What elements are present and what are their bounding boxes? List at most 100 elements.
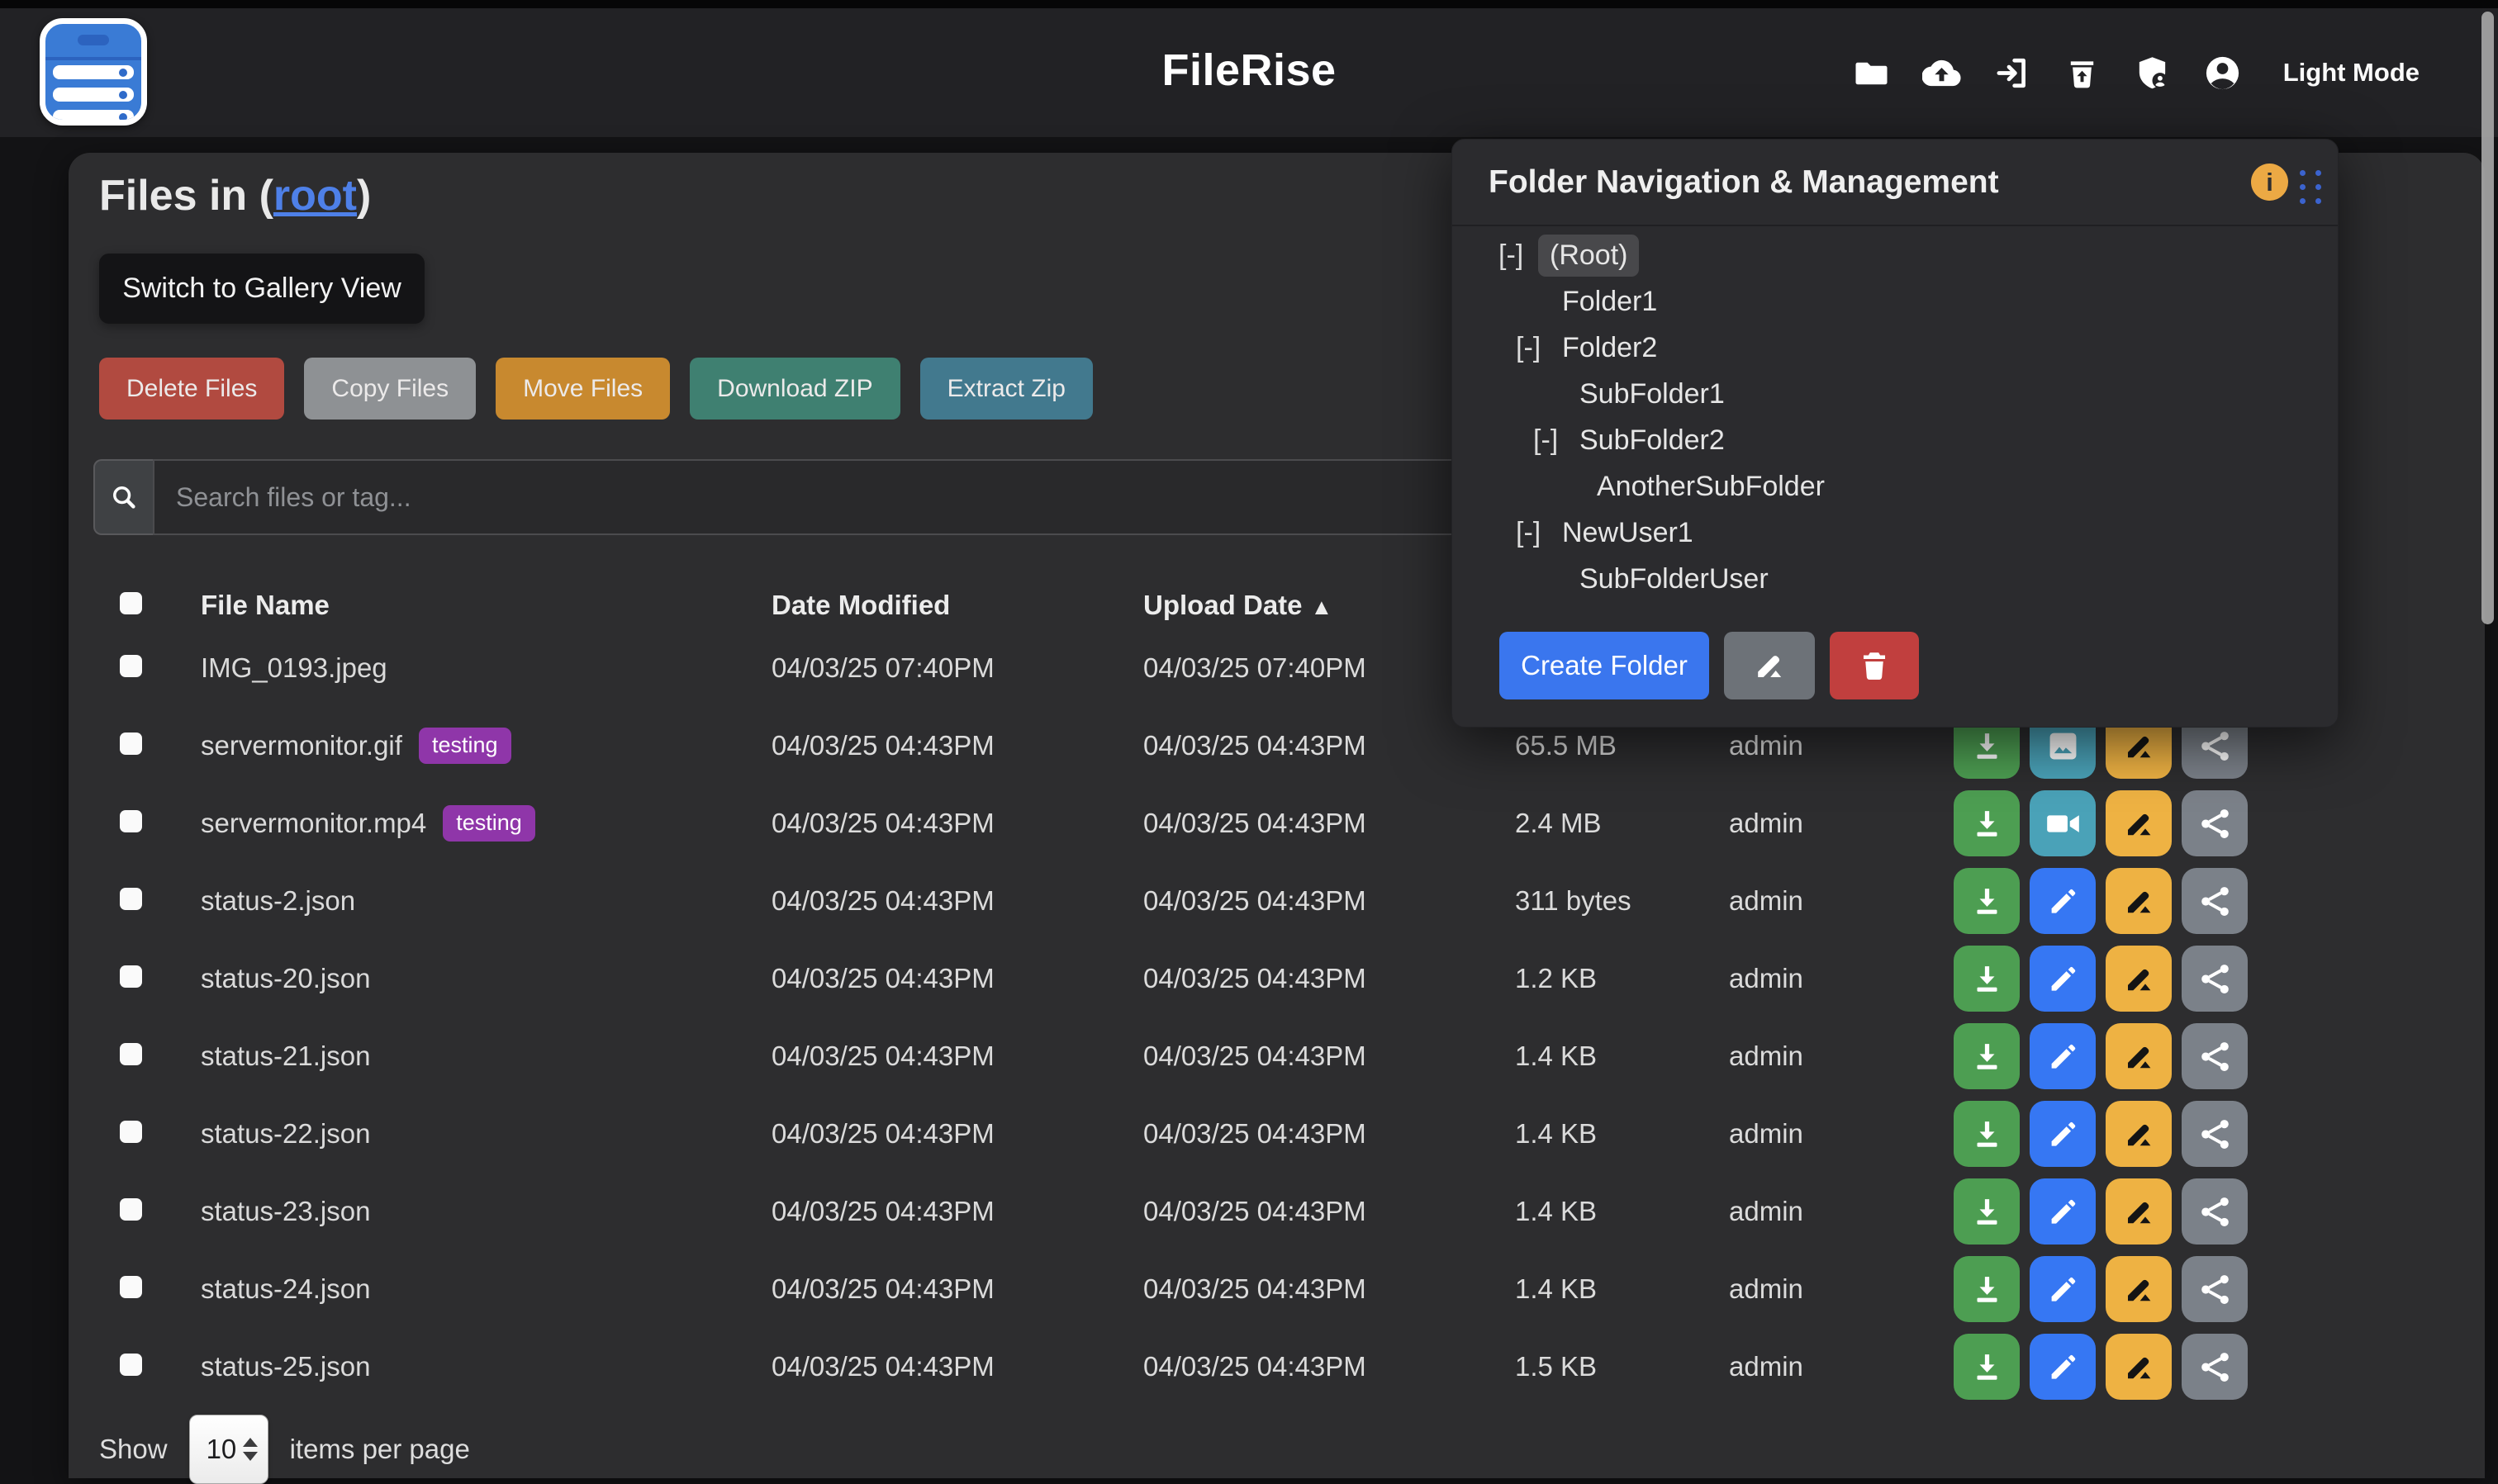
download-button[interactable] <box>1954 946 2020 1012</box>
tree-item-label[interactable]: SubFolderUser <box>1579 563 1769 595</box>
copy-files-button[interactable]: Copy Files <box>304 358 476 420</box>
tree-item-label[interactable]: SubFolder2 <box>1579 424 1725 457</box>
restore-trash-icon[interactable] <box>2063 54 2101 92</box>
info-icon[interactable]: i <box>2251 164 2288 201</box>
share-button[interactable] <box>2182 1178 2248 1245</box>
account-circle-icon[interactable] <box>2203 54 2242 92</box>
row-checkbox[interactable] <box>120 1043 142 1065</box>
upload-date: 04/03/25 04:43PM <box>1132 1351 1503 1382</box>
upload-date: 04/03/25 04:43PM <box>1132 1118 1503 1150</box>
tree-item-root[interactable]: [-](Root) <box>1452 232 2338 278</box>
table-row: status-20.json 04/03/25 04:43PM 04/03/25… <box>99 940 2255 1017</box>
show-label: Show <box>99 1434 168 1465</box>
move-files-button[interactable]: Move Files <box>496 358 670 420</box>
light-mode-toggle[interactable]: Light Mode <box>2283 58 2420 88</box>
tree-item-subfolderuser[interactable]: SubFolderUser <box>1452 556 2338 602</box>
delete-files-button[interactable]: Delete Files <box>99 358 284 420</box>
table-row: status-22.json 04/03/25 04:43PM 04/03/25… <box>99 1095 2255 1173</box>
share-button[interactable] <box>2182 868 2248 934</box>
row-checkbox[interactable] <box>120 655 142 677</box>
preview-edit-button[interactable] <box>2030 790 2096 856</box>
extract-zip-button[interactable]: Extract Zip <box>920 358 1093 420</box>
file-size: 1.5 KB <box>1503 1351 1718 1382</box>
tree-item-label[interactable]: (Root) <box>1538 235 1639 277</box>
row-checkbox[interactable] <box>120 1198 142 1221</box>
share-button[interactable] <box>2182 1256 2248 1322</box>
tree-item-label[interactable]: Folder1 <box>1562 286 1657 318</box>
row-checkbox[interactable] <box>120 1121 142 1143</box>
share-button[interactable] <box>2182 1334 2248 1400</box>
file-size: 1.4 KB <box>1503 1041 1718 1072</box>
preview-edit-button[interactable] <box>2030 1178 2096 1245</box>
row-checkbox[interactable] <box>120 733 142 755</box>
preview-edit-button[interactable] <box>2030 946 2096 1012</box>
rename-button[interactable] <box>2106 1101 2172 1167</box>
logout-icon[interactable] <box>1992 54 2031 92</box>
cloud-upload-icon[interactable] <box>1922 54 1961 92</box>
rename-button[interactable] <box>2106 946 2172 1012</box>
share-button[interactable] <box>2182 790 2248 856</box>
row-checkbox[interactable] <box>120 888 142 910</box>
tree-item-folder1[interactable]: Folder1 <box>1452 278 2338 325</box>
share-button[interactable] <box>2182 1023 2248 1089</box>
row-checkbox[interactable] <box>120 1276 142 1298</box>
preview-edit-button[interactable] <box>2030 868 2096 934</box>
share-button[interactable] <box>2182 946 2248 1012</box>
collapse-toggle[interactable]: [-] <box>1516 517 1562 549</box>
create-folder-button[interactable]: Create Folder <box>1499 632 1709 699</box>
date-modified: 04/03/25 04:43PM <box>760 1041 1132 1072</box>
file-size: 65.5 MB <box>1503 730 1718 761</box>
tree-item-folder2[interactable]: [-]Folder2 <box>1452 325 2338 371</box>
download-button[interactable] <box>1954 1256 2020 1322</box>
column-header-date-modified[interactable]: Date Modified <box>760 590 1132 621</box>
tree-item-anothersubfolder[interactable]: AnotherSubFolder <box>1452 463 2338 510</box>
row-checkbox[interactable] <box>120 965 142 988</box>
row-checkbox[interactable] <box>120 810 142 832</box>
tree-item-label[interactable]: Folder2 <box>1562 332 1657 364</box>
folder-icon[interactable] <box>1852 54 1891 92</box>
rename-button[interactable] <box>2106 790 2172 856</box>
tree-item-subfolder1[interactable]: SubFolder1 <box>1452 371 2338 417</box>
rename-button[interactable] <box>2106 868 2172 934</box>
switch-gallery-view-button[interactable]: Switch to Gallery View <box>99 254 425 324</box>
tree-item-label[interactable]: SubFolder1 <box>1579 378 1725 410</box>
delete-folder-button[interactable] <box>1830 632 1919 699</box>
shield-user-icon[interactable] <box>2133 54 2172 92</box>
rename-folder-button[interactable] <box>1724 632 1815 699</box>
download-button[interactable] <box>1954 790 2020 856</box>
column-header-file-name[interactable]: File Name <box>190 590 760 621</box>
tree-item-subfolder2[interactable]: [-]SubFolder2 <box>1452 417 2338 463</box>
file-name: status-2.json <box>201 885 355 917</box>
tree-item-label[interactable]: NewUser1 <box>1562 517 1693 549</box>
upload-date: 04/03/25 04:43PM <box>1132 730 1503 761</box>
drag-handle-icon[interactable] <box>2300 170 2321 204</box>
download-button[interactable] <box>1954 868 2020 934</box>
rename-button[interactable] <box>2106 1256 2172 1322</box>
tree-item-newuser1[interactable]: [-]NewUser1 <box>1452 510 2338 556</box>
items-per-page-select[interactable]: 10 <box>189 1415 268 1484</box>
share-button[interactable] <box>2182 1101 2248 1167</box>
download-button[interactable] <box>1954 1023 2020 1089</box>
column-header-upload-date[interactable]: Upload Date▲ <box>1132 590 1503 621</box>
download-button[interactable] <box>1954 1101 2020 1167</box>
collapse-toggle[interactable]: [-] <box>1516 332 1562 364</box>
rename-button[interactable] <box>2106 1178 2172 1245</box>
preview-edit-button[interactable] <box>2030 1101 2096 1167</box>
download-button[interactable] <box>1954 1334 2020 1400</box>
date-modified: 04/03/25 04:43PM <box>760 885 1132 917</box>
download-button[interactable] <box>1954 1178 2020 1245</box>
file-size: 1.2 KB <box>1503 963 1718 994</box>
collapse-toggle[interactable]: [-] <box>1533 424 1579 457</box>
rename-button[interactable] <box>2106 1023 2172 1089</box>
rename-button[interactable] <box>2106 1334 2172 1400</box>
root-breadcrumb-link[interactable]: root <box>273 172 357 220</box>
preview-edit-button[interactable] <box>2030 1256 2096 1322</box>
window-scrollbar[interactable] <box>2481 12 2494 624</box>
preview-edit-button[interactable] <box>2030 1023 2096 1089</box>
preview-edit-button[interactable] <box>2030 1334 2096 1400</box>
download-zip-button[interactable]: Download ZIP <box>690 358 900 420</box>
tree-item-label[interactable]: AnotherSubFolder <box>1597 471 1825 503</box>
row-checkbox[interactable] <box>120 1354 142 1376</box>
select-all-checkbox[interactable] <box>120 592 142 614</box>
uploader: admin <box>1718 730 1941 761</box>
